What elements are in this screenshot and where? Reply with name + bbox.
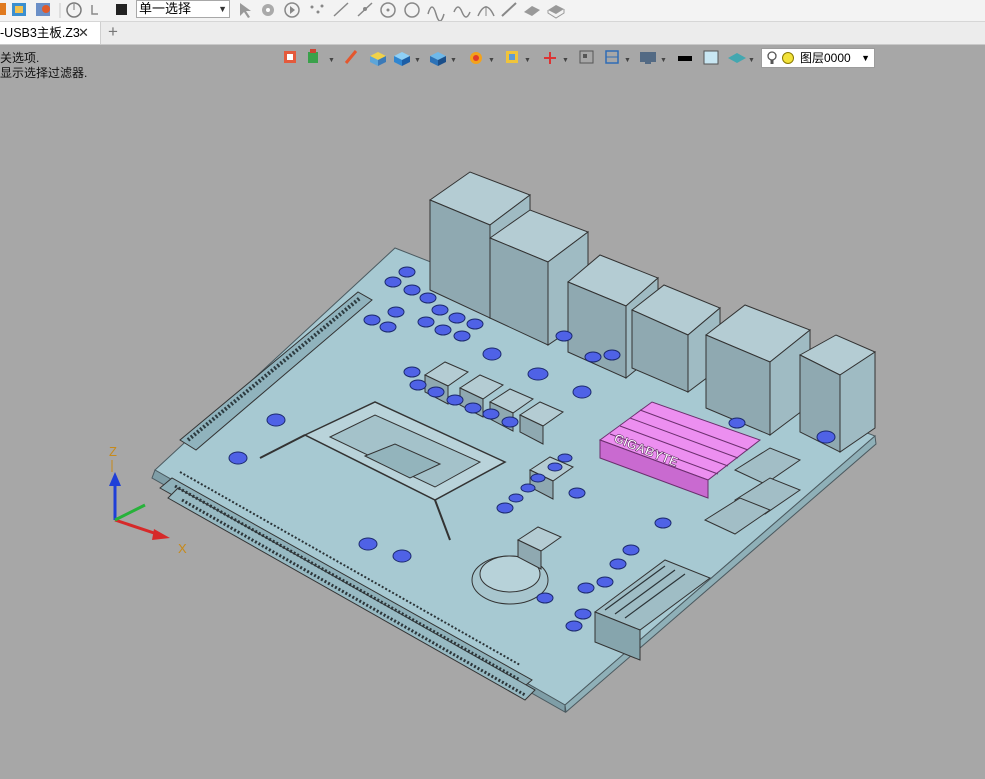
motherboard-model: GIGABYTE Z X (109, 171, 877, 713)
x-axis-label: X (178, 541, 187, 556)
z-axis-label: Z (109, 444, 117, 459)
